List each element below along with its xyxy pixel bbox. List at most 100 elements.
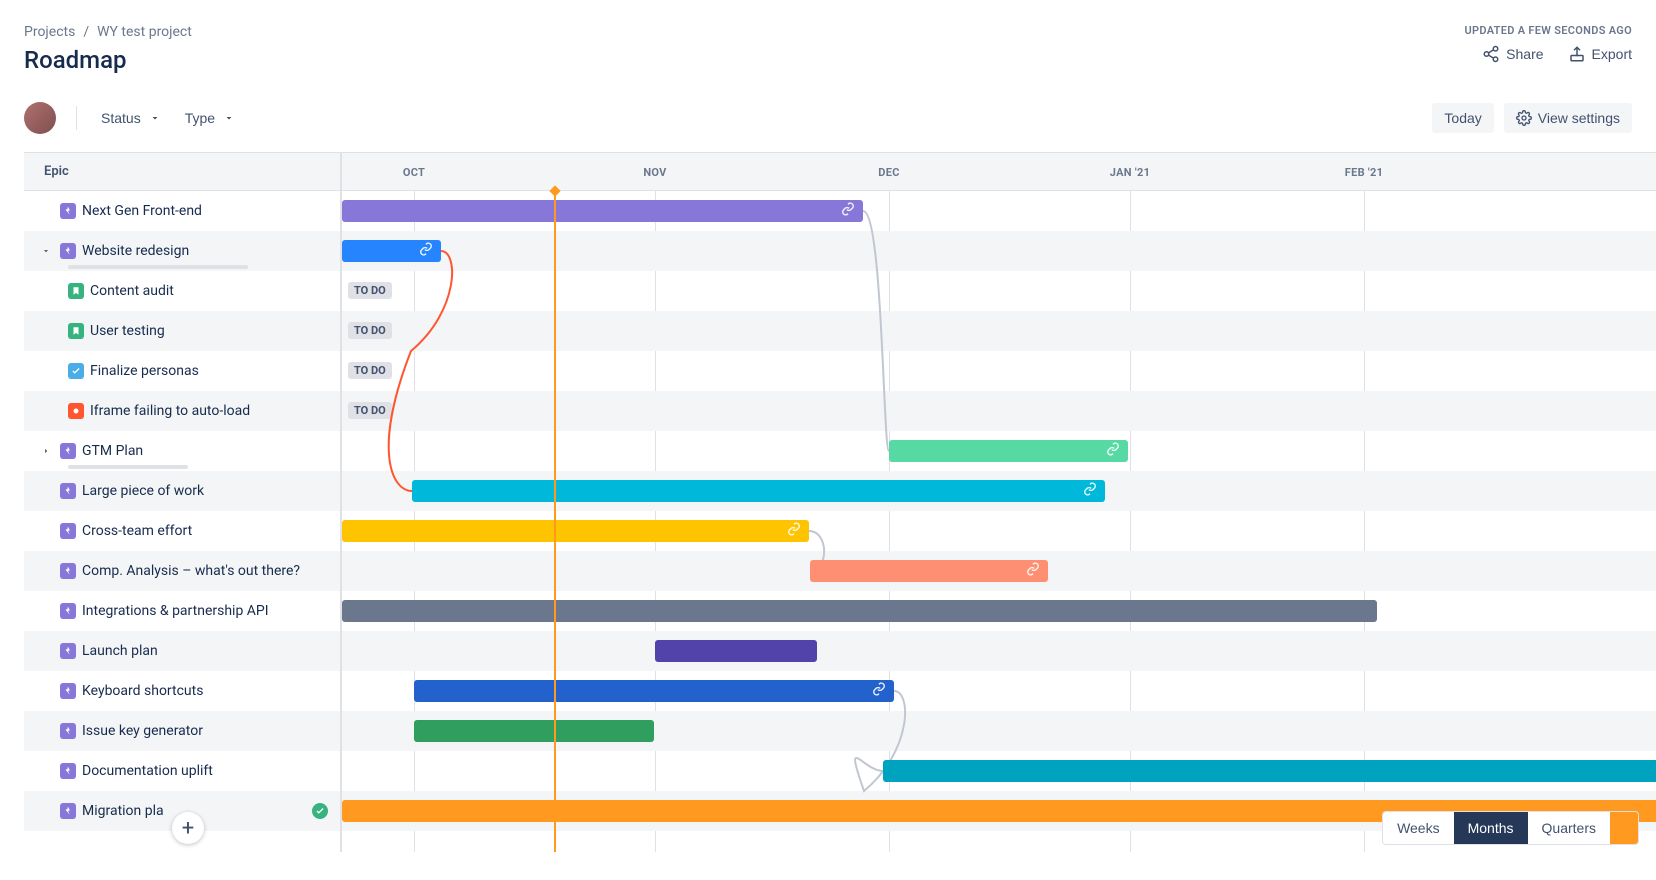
breadcrumb-separator: /	[83, 24, 89, 40]
breadcrumb-project-name[interactable]: WY test project	[97, 24, 192, 40]
lane-large-work	[342, 471, 1656, 511]
type-filter[interactable]: Type	[181, 104, 239, 132]
lane-keyboard	[342, 671, 1656, 711]
expand-icon[interactable]	[38, 446, 54, 456]
create-epic-button[interactable]: +	[172, 812, 204, 844]
bar-launch[interactable]	[655, 640, 817, 662]
link-icon	[1106, 442, 1120, 460]
story-icon	[68, 323, 84, 339]
export-button[interactable]: Export	[1568, 45, 1632, 63]
epic-row-comp-analysis[interactable]: Comp. Analysis – what's out there?	[24, 551, 340, 591]
epic-label: Website redesign	[82, 243, 189, 259]
epic-icon	[60, 483, 76, 499]
epic-row-content-audit[interactable]: Content audit	[24, 271, 340, 311]
breadcrumb: Projects / WY test project	[24, 24, 192, 40]
bar-docs[interactable]	[883, 760, 1656, 782]
epic-row-iframe-bug[interactable]: Iframe failing to auto-load	[24, 391, 340, 431]
view-settings-label: View settings	[1538, 110, 1620, 126]
scale-fullscreen[interactable]	[1610, 812, 1638, 844]
epic-row-user-testing[interactable]: User testing	[24, 311, 340, 351]
lane-user-testing: TO DO	[342, 311, 1656, 351]
lane-content-audit: TO DO	[342, 271, 1656, 311]
epic-label: Comp. Analysis – what's out there?	[82, 563, 300, 579]
gear-icon	[1516, 110, 1532, 126]
epic-row-launch[interactable]: Launch plan	[24, 631, 340, 671]
scale-quarters[interactable]: Quarters	[1528, 812, 1610, 844]
scale-months[interactable]: Months	[1454, 812, 1528, 844]
link-icon	[872, 682, 886, 700]
epic-row-cross-team[interactable]: Cross-team effort	[24, 511, 340, 551]
share-button[interactable]: Share	[1482, 45, 1543, 63]
bar-comp-analysis[interactable]	[810, 560, 1048, 582]
export-icon	[1568, 45, 1586, 63]
epic-label: Integrations & partnership API	[82, 603, 269, 619]
bar-website[interactable]	[342, 240, 441, 262]
bar-nextgen[interactable]	[342, 200, 863, 222]
lane-docs	[342, 751, 1656, 791]
epic-row-integrations[interactable]: Integrations & partnership API	[24, 591, 340, 631]
epic-row-issue-key[interactable]: Issue key generator	[24, 711, 340, 751]
month-label: NOV	[615, 153, 695, 191]
share-label: Share	[1506, 46, 1543, 62]
epic-row-docs[interactable]: Documentation uplift	[24, 751, 340, 791]
lane-cross-team	[342, 511, 1656, 551]
epic-label: Finalize personas	[90, 363, 199, 379]
share-icon	[1482, 45, 1500, 63]
lane-integrations	[342, 591, 1656, 631]
status-filter-label: Status	[101, 110, 141, 126]
timeline: Epic Next Gen Front-endWebsite redesignC…	[24, 152, 1656, 852]
epic-list: Epic Next Gen Front-endWebsite redesignC…	[24, 153, 342, 852]
epic-icon	[60, 603, 76, 619]
chevron-down-icon	[149, 112, 161, 124]
epic-label: Issue key generator	[82, 723, 203, 739]
epic-icon	[60, 243, 76, 259]
scale-weeks[interactable]: Weeks	[1383, 812, 1454, 844]
epic-label: Next Gen Front-end	[82, 203, 202, 219]
page-title: Roadmap	[24, 46, 192, 74]
progress-bar	[68, 265, 248, 269]
chevron-down-icon	[223, 112, 235, 124]
done-check-icon	[312, 803, 328, 819]
view-settings-button[interactable]: View settings	[1504, 103, 1632, 133]
link-icon	[419, 242, 433, 260]
status-badge: TO DO	[348, 402, 392, 419]
bar-large-work[interactable]	[412, 480, 1105, 502]
lane-nextgen	[342, 191, 1656, 231]
bar-issue-key[interactable]	[414, 720, 654, 742]
epic-label: Iframe failing to auto-load	[90, 403, 250, 419]
epic-icon	[60, 803, 76, 819]
progress-bar	[68, 465, 188, 469]
bar-keyboard[interactable]	[414, 680, 894, 702]
type-filter-label: Type	[185, 110, 215, 126]
epic-label: Launch plan	[82, 643, 158, 659]
status-filter[interactable]: Status	[97, 104, 165, 132]
epic-row-keyboard[interactable]: Keyboard shortcuts	[24, 671, 340, 711]
epic-label: GTM Plan	[82, 443, 143, 459]
avatar[interactable]	[24, 102, 56, 134]
divider	[76, 106, 77, 130]
month-label: DEC	[849, 153, 929, 191]
epic-row-large-work[interactable]: Large piece of work	[24, 471, 340, 511]
gantt-area[interactable]: OCTNOVDECJAN '21FEB '21 TO DOTO DOTO DOT…	[342, 153, 1656, 852]
bar-cross-team[interactable]	[342, 520, 809, 542]
today-button[interactable]: Today	[1432, 103, 1493, 133]
epic-row-finalize-personas[interactable]: Finalize personas	[24, 351, 340, 391]
lane-iframe-bug: TO DO	[342, 391, 1656, 431]
link-icon	[787, 522, 801, 540]
epic-icon	[60, 523, 76, 539]
status-badge: TO DO	[348, 362, 392, 379]
export-label: Export	[1592, 46, 1632, 62]
breadcrumb-projects[interactable]: Projects	[24, 24, 75, 40]
lane-gtm	[342, 431, 1656, 471]
epic-label: Large piece of work	[82, 483, 204, 499]
months-header: OCTNOVDECJAN '21FEB '21	[342, 153, 1656, 191]
bar-integrations[interactable]	[342, 600, 1377, 622]
epic-label: Cross-team effort	[82, 523, 192, 539]
bar-gtm[interactable]	[889, 440, 1128, 462]
epic-row-gtm[interactable]: GTM Plan	[24, 431, 340, 471]
epic-row-website[interactable]: Website redesign	[24, 231, 340, 271]
epic-row-nextgen[interactable]: Next Gen Front-end	[24, 191, 340, 231]
month-label: OCT	[374, 153, 454, 191]
collapse-icon[interactable]	[38, 246, 54, 256]
epic-label: Content audit	[90, 283, 174, 299]
